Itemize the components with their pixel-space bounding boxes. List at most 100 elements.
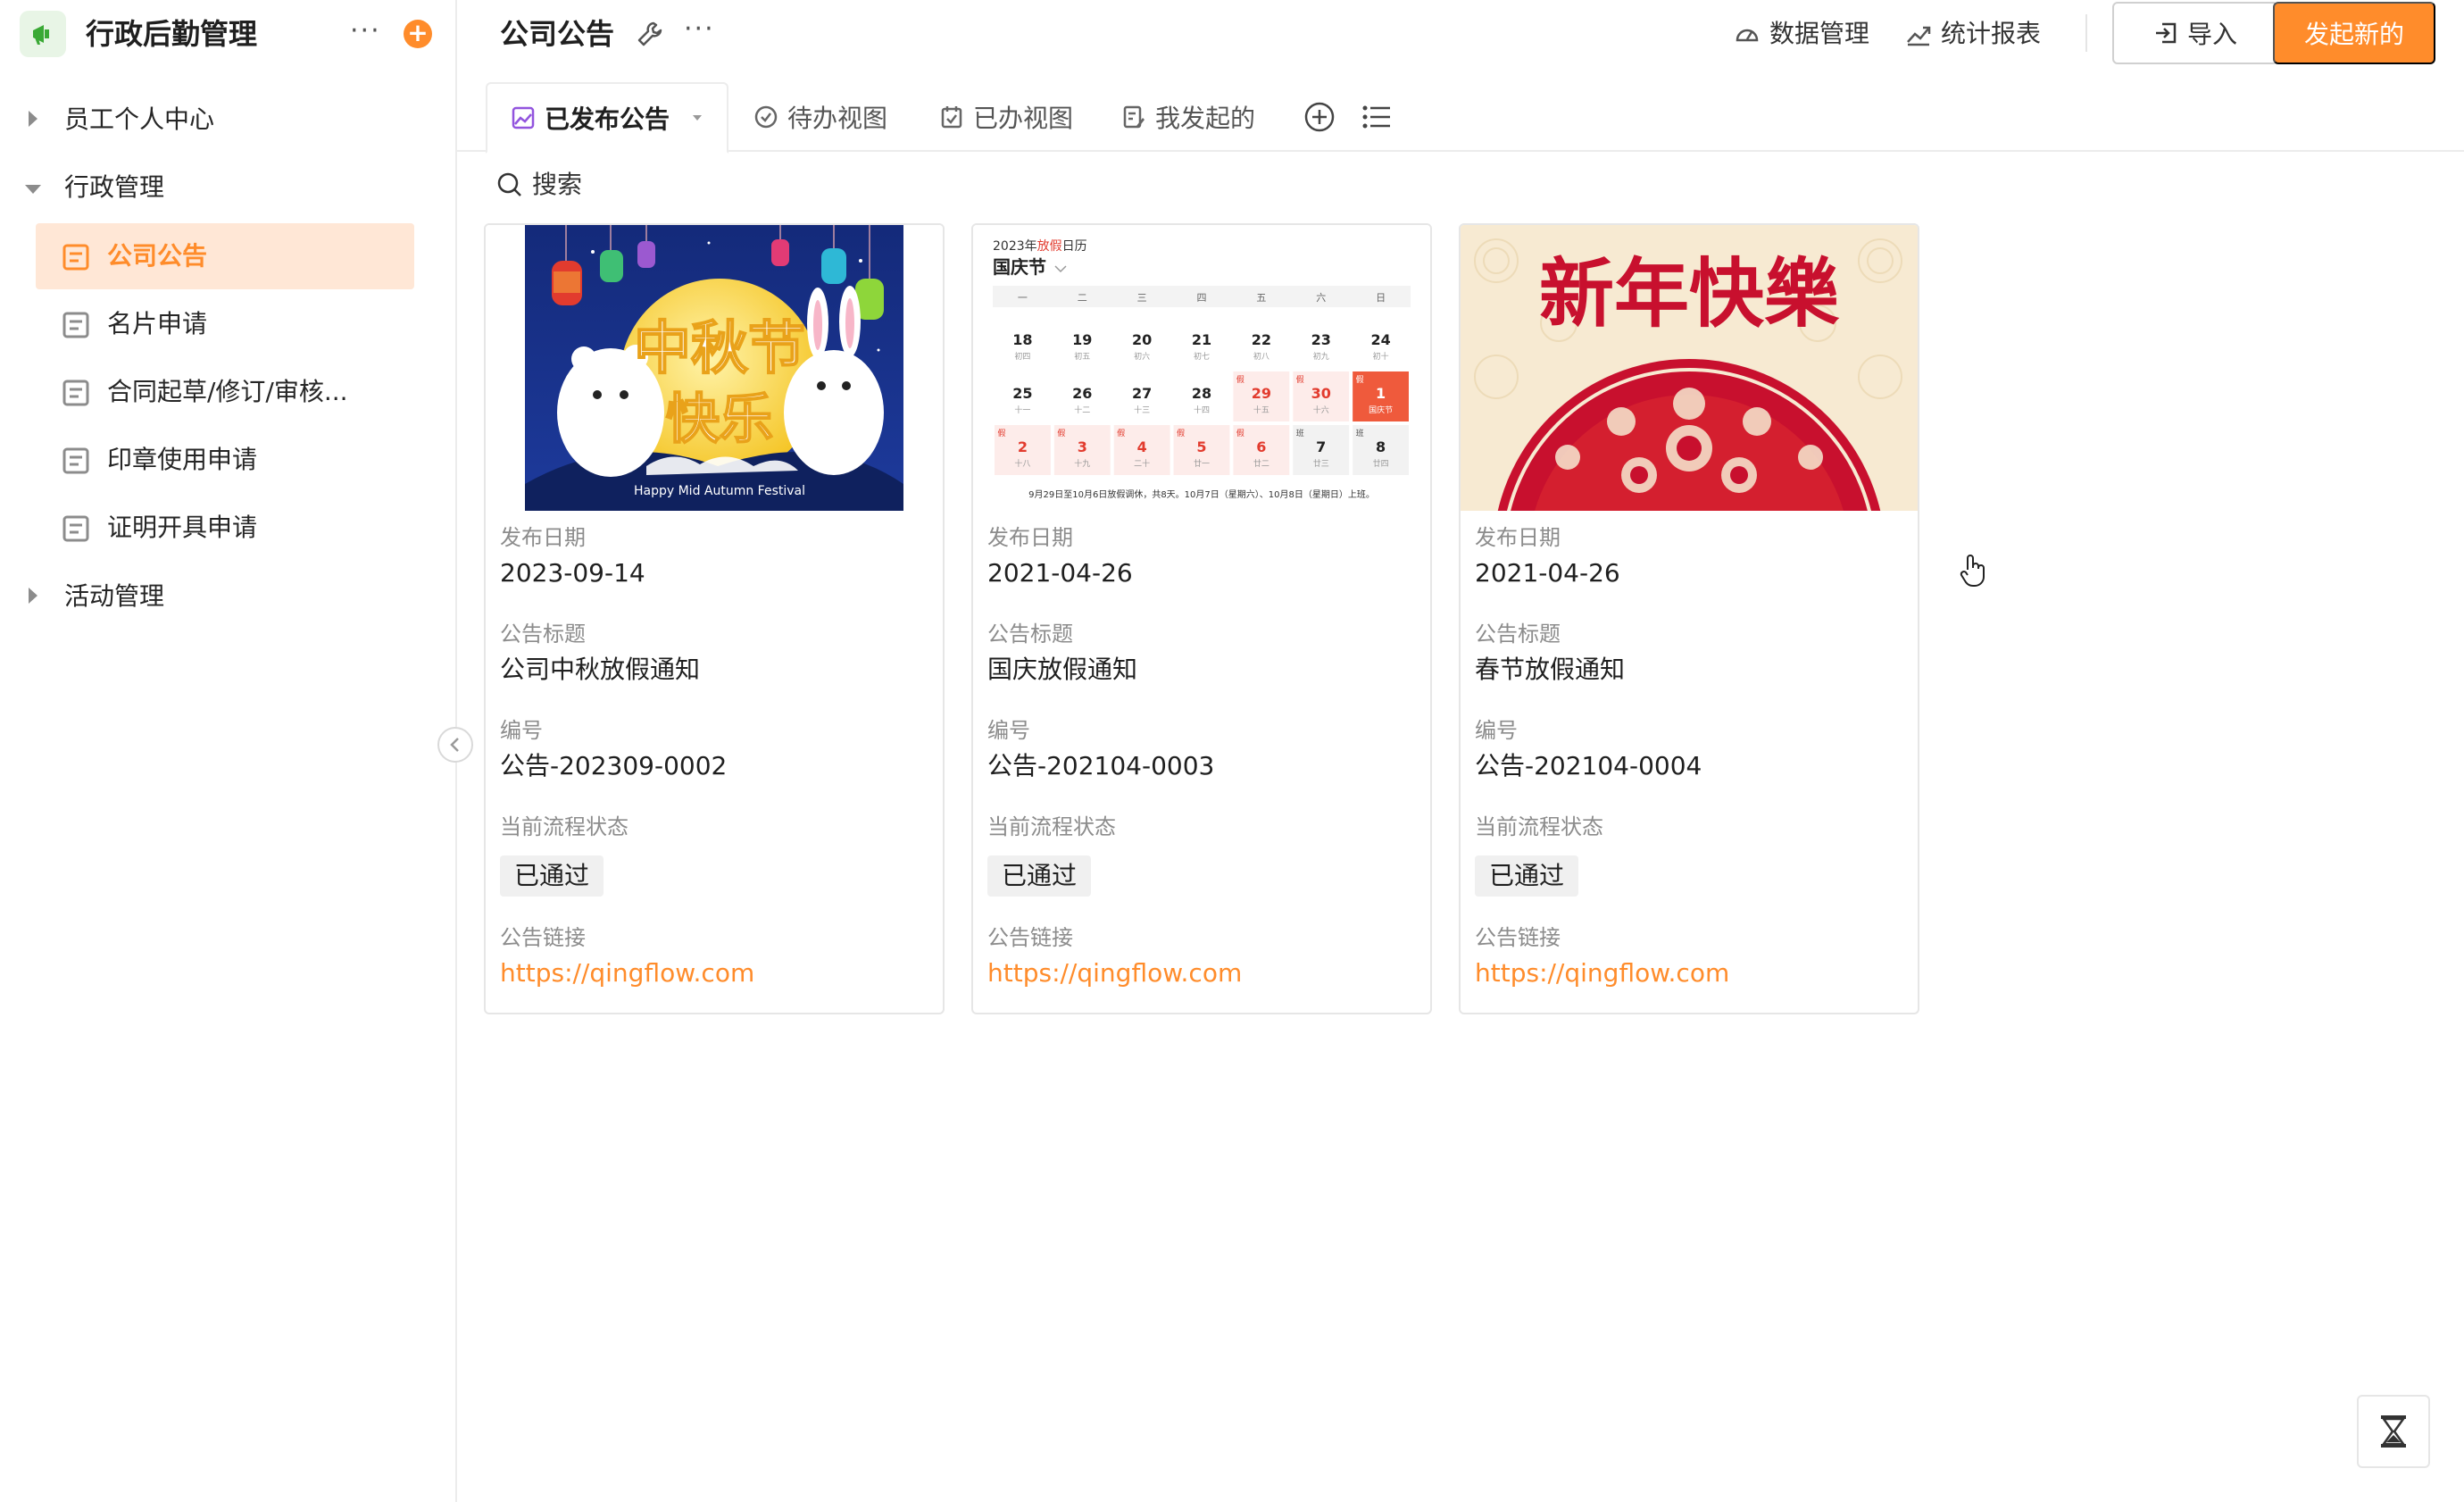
calendar-day-lunar: 十三 <box>1134 405 1150 415</box>
notice-card[interactable]: 2023年放假日历 国庆节 一二三四五六日 18 初四 19 初五 20 初六 21 初七 22… <box>971 223 1432 1014</box>
field-label-date: 发布日期 <box>987 525 1073 550</box>
hourglass-icon <box>2381 1415 2406 1448</box>
field-label-link: 公告链接 <box>500 925 586 950</box>
calendar-day-number: 28 <box>1192 385 1211 402</box>
sidebar-item-company-notice[interactable]: 公司公告 <box>36 223 414 289</box>
sidebar-item-label: 名片申请 <box>107 309 208 338</box>
app-add-button[interactable]: + <box>404 20 432 48</box>
sidebar-item-seal[interactable]: 印章使用申请 <box>36 427 414 493</box>
caret-right-icon <box>27 586 39 609</box>
status-badge: 已通过 <box>987 855 1092 897</box>
form-icon <box>62 312 89 342</box>
wrench-icon[interactable] <box>636 20 664 52</box>
nav-group-employee[interactable]: 员工个人中心 <box>0 95 457 145</box>
dashboard-icon <box>1736 29 1759 42</box>
field-label-status: 当前流程状态 <box>500 814 628 839</box>
calendar-day-number: 7 <box>1316 438 1326 455</box>
title-more-button[interactable]: ··· <box>684 16 715 43</box>
new-submission-button[interactable]: 发起新的 <box>2273 2 2435 64</box>
tab-mine[interactable]: 我发起的 <box>1121 82 1255 152</box>
stat-report-link[interactable]: 统计报表 <box>1905 16 2041 52</box>
calendar-day-number: 18 <box>1012 331 1032 348</box>
calendar-day-number: 23 <box>1311 331 1331 348</box>
nav-group-admin[interactable]: 行政管理 <box>0 163 457 213</box>
calendar-day-number: 30 <box>1311 385 1331 402</box>
field-value-number: 公告-202309-0002 <box>500 751 728 780</box>
tab-published[interactable]: 已发布公告 <box>486 82 728 154</box>
nav-group-label: 员工个人中心 <box>64 104 215 134</box>
calendar-day-lunar: 初十 <box>1373 351 1389 362</box>
calendar-day-lunar: 二十 <box>1134 458 1150 469</box>
sidebar-item-certificate[interactable]: 证明开具申请 <box>36 495 414 561</box>
caret-down-icon <box>23 182 43 199</box>
calendar-day-lunar: 国庆节 <box>1369 405 1393 415</box>
notice-card[interactable]: 中秋节 快乐 Happy Mid Autumn Festival 发布日期 20… <box>484 223 945 1014</box>
nav-group-label: 活动管理 <box>64 581 165 611</box>
calendar-year-holiday: 放假 <box>1037 239 1062 254</box>
search-input[interactable] <box>532 170 800 199</box>
calendar-day-tag: 假 <box>1356 375 1364 385</box>
nav-group-activity[interactable]: 活动管理 <box>0 572 457 622</box>
notice-card[interactable]: 新年快樂 发布日期 2021-04-26 公告标题 春节放假通知 编号 公告-2… <box>1459 223 1919 1014</box>
calendar-day-tag: 假 <box>1057 429 1065 438</box>
sidebar-item-business-card[interactable]: 名片申请 <box>36 291 414 357</box>
hand-cursor-icon <box>1959 554 1989 593</box>
nav-group-label: 行政管理 <box>64 172 165 202</box>
import-icon <box>2155 22 2177 44</box>
calendar-day-number: 3 <box>1078 438 1087 455</box>
divider <box>2085 14 2087 52</box>
cover-caption: Happy Mid Autumn Festival <box>634 484 805 498</box>
data-management-label: 数据管理 <box>1769 19 1870 48</box>
edit-doc-icon <box>1123 105 1145 129</box>
view-list-button[interactable] <box>1361 82 1393 152</box>
calendar-day-tag: 班 <box>1296 428 1304 438</box>
sidebar-item-label: 公司公告 <box>107 241 208 271</box>
field-label-link: 公告链接 <box>1475 925 1561 950</box>
app-more-button[interactable]: ··· <box>350 18 381 45</box>
form-icon <box>62 380 89 410</box>
calendar-day-lunar: 十五 <box>1253 405 1269 415</box>
calendar-weekday: 六 <box>1316 292 1326 304</box>
calendar-year-prefix: 2023年 <box>993 239 1037 254</box>
calendar-day-lunar: 初九 <box>1313 351 1329 362</box>
calendar-day-number: 22 <box>1252 331 1271 348</box>
app-title: 行政后勤管理 <box>86 17 258 51</box>
calendar-day-lunar: 十六 <box>1313 405 1329 415</box>
notice-link[interactable]: https://qingflow.com <box>500 955 754 991</box>
calendar-weekday: 五 <box>1256 292 1266 304</box>
calendar-day-number: 8 <box>1376 438 1386 455</box>
data-management-link[interactable]: 数据管理 <box>1734 16 1869 52</box>
sidebar-collapse-button[interactable] <box>437 727 473 763</box>
check-circle-icon <box>754 105 778 129</box>
field-value-title: 国庆放假通知 <box>987 655 1138 684</box>
form-icon <box>62 244 89 274</box>
cover-text-main: 新年快樂 <box>1539 249 1840 338</box>
field-label-number: 编号 <box>500 718 543 743</box>
import-button[interactable]: 导入 <box>2112 2 2278 64</box>
calendar-day-number: 24 <box>1370 331 1390 348</box>
card-cover-image: 中秋节 快乐 Happy Mid Autumn Festival <box>486 225 943 511</box>
field-label-date: 发布日期 <box>500 525 586 550</box>
field-label-date: 发布日期 <box>1475 525 1561 550</box>
tab-done[interactable]: 已办视图 <box>939 82 1073 152</box>
hourglass-button[interactable] <box>2357 1395 2430 1468</box>
field-value-date: 2021-04-26 <box>987 558 1133 588</box>
calendar-holiday-name: 国庆节 <box>993 256 1046 278</box>
notice-link[interactable]: https://qingflow.com <box>987 955 1242 991</box>
calendar-weekday: 四 <box>1197 292 1207 304</box>
calendar-day-tag: 假 <box>1296 375 1304 385</box>
field-label-status: 当前流程状态 <box>1475 814 1603 839</box>
trend-icon <box>1907 26 1931 46</box>
field-label-number: 编号 <box>987 718 1030 743</box>
notice-link[interactable]: https://qingflow.com <box>1475 955 1729 991</box>
calendar-day-lunar: 十九 <box>1074 458 1090 469</box>
field-value-date: 2023-09-14 <box>500 558 645 588</box>
calendar-day-number: 27 <box>1132 385 1152 402</box>
tab-label: 我发起的 <box>1155 104 1256 133</box>
add-view-button[interactable] <box>1303 82 1336 152</box>
calendar-day-number: 20 <box>1132 331 1152 348</box>
field-label-title: 公告标题 <box>1475 622 1561 647</box>
megaphone-icon[interactable] <box>20 11 66 57</box>
sidebar-item-contract[interactable]: 合同起草/修订/审核... <box>36 359 414 425</box>
tab-todo[interactable]: 待办视图 <box>753 82 887 152</box>
